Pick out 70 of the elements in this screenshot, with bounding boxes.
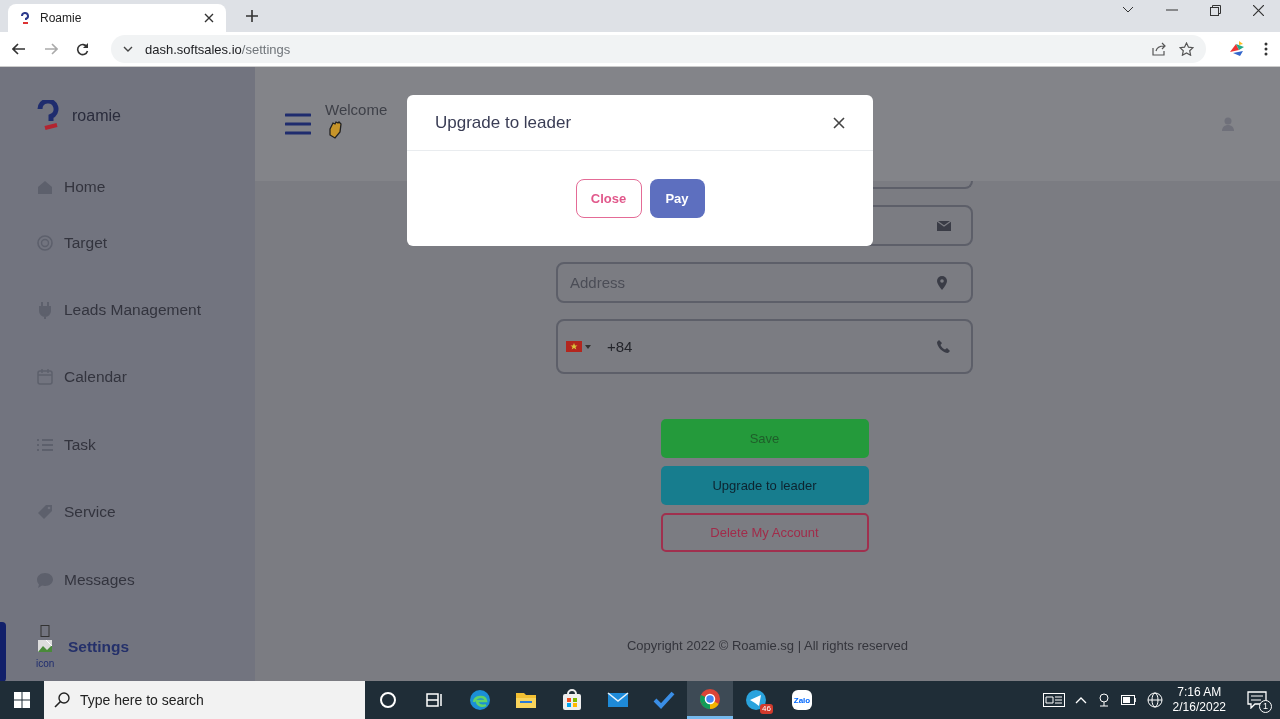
reload-icon[interactable] <box>76 42 89 56</box>
notification-count: 1 <box>1259 700 1272 713</box>
upgrade-button[interactable]: Upgrade to leader <box>660 466 869 505</box>
meet-icon[interactable] <box>1096 693 1111 707</box>
news-icon[interactable] <box>1042 693 1065 707</box>
battery-icon[interactable] <box>1120 695 1137 705</box>
field-value: +84 <box>607 338 633 355</box>
sidebar-item[interactable]: Task <box>36 411 255 479</box>
flag-dropdown[interactable] <box>566 341 591 352</box>
clock[interactable]: 7:16 AM 2/16/2022 <box>1172 685 1226 715</box>
windows-start-icon[interactable] <box>14 692 30 708</box>
brand-name: roamie <box>72 106 121 125</box>
sidebar-item[interactable]: icon Settings <box>36 613 255 681</box>
close-icon[interactable] <box>204 13 214 23</box>
placeholder-text: Type here to search <box>80 692 204 708</box>
flag-icon <box>566 341 582 352</box>
share-icon[interactable] <box>1152 42 1167 56</box>
badge: 46 <box>760 704 773 714</box>
time-text: 7:16 AM <box>1177 685 1222 700</box>
save-button[interactable]: Save <box>660 419 869 458</box>
chevron-up-icon[interactable] <box>1074 696 1087 704</box>
date-text: 2/16/2022 <box>1172 700 1226 715</box>
phone-icon <box>937 339 951 354</box>
profile-logo-icon[interactable] <box>1228 40 1246 58</box>
chrome-icon <box>698 686 722 711</box>
chevron-down-icon[interactable] <box>1122 6 1134 14</box>
favicon-icon <box>20 11 30 25</box>
close-button[interactable]: Close <box>575 179 642 218</box>
browser-tab[interactable]: Roamie <box>8 4 226 32</box>
edge-icon <box>468 688 492 712</box>
back-icon[interactable] <box>12 43 26 55</box>
more-icon[interactable] <box>1264 42 1268 56</box>
address-bar[interactable]: dash.softsales.io/settings <box>111 35 1206 63</box>
input-field[interactable]: +84 <box>556 319 973 374</box>
welcome-text: Welcome <box>325 101 388 118</box>
tab-title: Roamie <box>40 11 83 25</box>
dialog-title: Upgrade to leader <box>435 112 572 133</box>
chevron-down-icon[interactable] <box>123 45 133 53</box>
notification-button[interactable]: 1 <box>1244 687 1270 713</box>
restore-icon[interactable] <box>1210 4 1221 16</box>
forward-icon <box>44 43 58 55</box>
sidebar-item[interactable]: Calendar <box>36 343 255 412</box>
store-icon <box>560 688 584 712</box>
sidebar-item[interactable]: Home <box>36 164 255 209</box>
sidebar-item[interactable]: Leads Management <box>36 276 255 344</box>
notification-icon <box>1247 691 1267 709</box>
app-label: Zalo <box>793 695 811 705</box>
caret-icon <box>585 344 591 349</box>
menu-icon[interactable] <box>285 113 311 135</box>
search-field[interactable]: Type here to search <box>44 681 365 719</box>
delete-account-button[interactable]: Delete My Account <box>660 513 869 552</box>
star-icon[interactable] <box>1179 42 1194 56</box>
close-icon[interactable] <box>1253 4 1264 16</box>
taskbar-app[interactable]: Zalo <box>779 681 825 719</box>
close-icon[interactable] <box>833 116 845 129</box>
sidebar-item[interactable]: Service <box>36 478 255 547</box>
sidebar-item[interactable]: Messages <box>36 546 255 614</box>
globe-icon[interactable] <box>1146 692 1163 708</box>
selection-indicator <box>0 621 6 681</box>
sidebar-item[interactable]: Target <box>36 208 255 277</box>
email-icon <box>937 218 951 233</box>
logo-icon <box>36 99 60 132</box>
search-icon <box>54 692 70 708</box>
taskbar-app[interactable]: 46 <box>733 681 779 719</box>
new-tab-icon[interactable] <box>246 10 258 22</box>
copyright-text: Copyright 2022 © Roamie.sg | All rights reserved <box>627 638 908 653</box>
url-text: dash.softsales.io/settings <box>145 41 291 57</box>
icon-alt-text: icon <box>36 659 55 670</box>
zalo-icon <box>790 688 814 712</box>
pay-button[interactable]: Pay <box>649 179 705 218</box>
